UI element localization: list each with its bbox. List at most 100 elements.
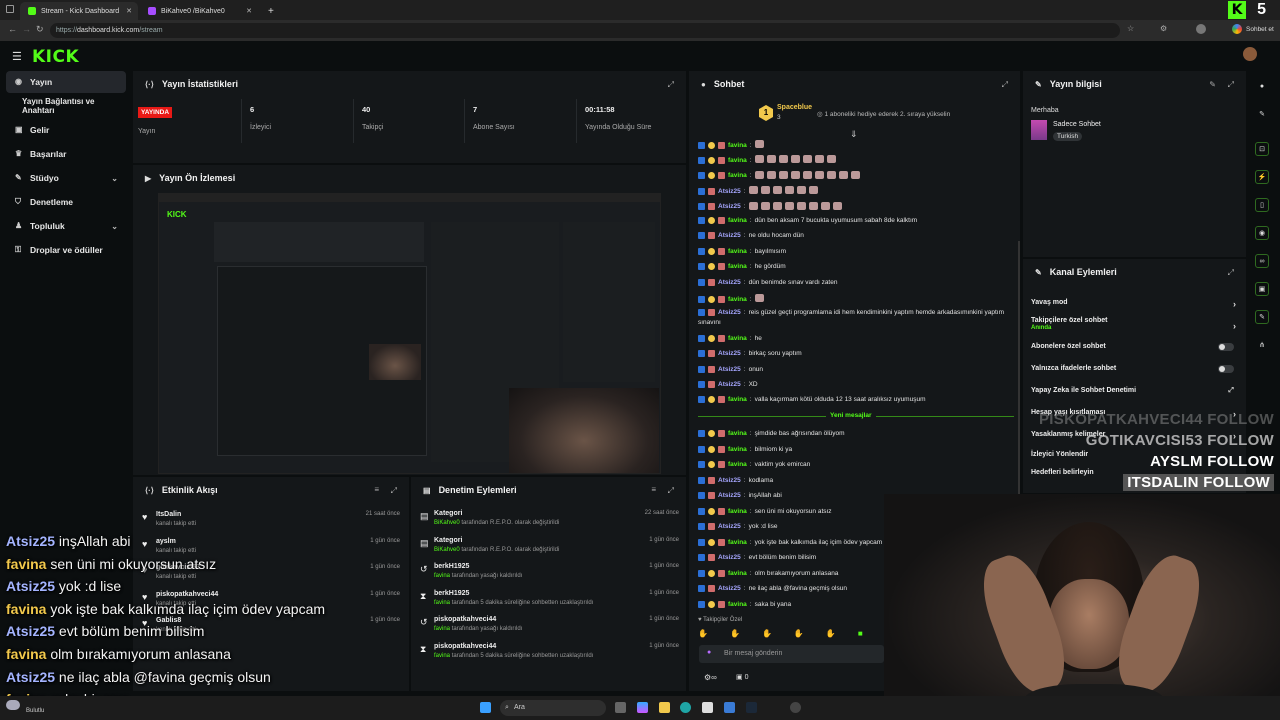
file-explorer-icon[interactable] (659, 702, 670, 713)
chat-username[interactable]: favina (728, 508, 747, 515)
store-icon[interactable] (702, 702, 713, 713)
moderation-target[interactable]: piskopatkahveci44 (434, 643, 593, 650)
chat-icon[interactable]: ◉ (1255, 226, 1269, 240)
info-icon[interactable]: ● (1255, 79, 1269, 93)
chat-username[interactable]: Atsiz25 (718, 279, 741, 286)
chat-username[interactable]: favina (728, 217, 747, 224)
chat-username[interactable]: Atsiz25 (718, 232, 741, 239)
widgets-icon[interactable] (637, 702, 648, 713)
chevron-right-icon[interactable]: › (1233, 299, 1236, 309)
chat-username[interactable]: favina (728, 396, 747, 403)
start-icon[interactable] (480, 702, 491, 713)
channel-action-row[interactable]: Yavaş mod › (1031, 299, 1236, 309)
external-link-icon[interactable]: ⤢ (1228, 387, 1234, 395)
url-field[interactable]: https://dashboard.kick.com/stream (50, 23, 1120, 38)
chat-username[interactable]: Atsiz25 (718, 381, 741, 388)
obs-icon[interactable] (790, 702, 801, 713)
toggle-switch[interactable] (1218, 365, 1234, 373)
tab-channel[interactable]: BiKahve0 /BiKahve0 ✕ (140, 2, 258, 20)
moderation-target[interactable]: piskopatkahveci44 (434, 616, 522, 623)
mail-icon[interactable] (724, 702, 735, 713)
new-tab-button[interactable]: + (260, 2, 278, 20)
close-icon[interactable]: ✕ (126, 7, 132, 15)
card-icon[interactable]: ▯ (1255, 198, 1269, 212)
scroll-down-icon[interactable]: ⇓ (850, 129, 858, 140)
chat-username[interactable]: favina (728, 601, 747, 608)
chat-username[interactable]: Atsiz25 (718, 309, 741, 316)
activity-name[interactable]: ayslm (156, 538, 196, 545)
chat-username[interactable]: Atsiz25 (718, 492, 741, 499)
chat-username[interactable]: Atsiz25 (718, 366, 741, 373)
sidebar-item-gelir[interactable]: ▣ Gelir (6, 119, 126, 141)
filter-icon[interactable]: ≡ (374, 485, 379, 494)
sidebar-item-yayin[interactable]: ◉ Yayın (6, 71, 126, 93)
steam-icon[interactable] (746, 702, 757, 713)
chat-input[interactable]: ● Bir mesaj gönderin (699, 645, 884, 663)
moderation-target[interactable]: berkH1925 (434, 590, 593, 597)
channel-action-row[interactable]: Yalnızca ifadelerle sohbet (1031, 365, 1236, 373)
extensions-icon[interactable]: ⚙ (1160, 24, 1167, 33)
channel-action-row[interactable]: Yapay Zeka ile Sohbet Denetimi ⤢ (1031, 387, 1236, 394)
profile-icon[interactable] (1196, 24, 1206, 34)
channel-action-row[interactable]: Takipçilere özel sohbet Anında › (1031, 317, 1236, 331)
toggle-switch[interactable] (1218, 343, 1234, 351)
chat-username[interactable]: Atsiz25 (718, 554, 741, 561)
chat-username[interactable]: favina (728, 157, 747, 164)
chat-username[interactable]: favina (728, 430, 747, 437)
moderation-actor[interactable]: favina (434, 600, 450, 606)
chat-button[interactable]: Sohbet et (1246, 26, 1274, 33)
emote-icon[interactable]: ✋ (794, 629, 804, 639)
sidebar-item-stream-key[interactable]: Yayın Bağlantısı ve Anahtarı (6, 95, 126, 117)
sidebar-item-topluluk[interactable]: ♟ Topluluk ⌄ (6, 215, 126, 237)
moderation-actor[interactable]: favina (434, 626, 450, 632)
expand-icon[interactable]: ⤢ (1228, 80, 1234, 90)
chat-username[interactable]: favina (728, 335, 747, 342)
emote-icon[interactable]: ✋ (730, 629, 740, 639)
emote-icon[interactable]: ✋ (762, 629, 772, 639)
moderation-target[interactable]: Kategori (434, 537, 559, 544)
moderation-actor[interactable]: favina (434, 653, 450, 659)
edge-icon[interactable] (680, 702, 691, 713)
chat-username[interactable]: favina (728, 248, 747, 255)
chat-username[interactable]: favina (728, 446, 747, 453)
expand-icon[interactable]: ⤢ (1228, 268, 1234, 278)
star-icon[interactable]: ☆ (1127, 24, 1134, 33)
mic-icon[interactable]: ● (707, 649, 711, 656)
chat-username[interactable]: favina (728, 461, 747, 468)
tab-actions-icon[interactable] (6, 5, 14, 13)
settings-icon[interactable]: ⚙∞ (704, 673, 717, 682)
moderation-actor[interactable]: BiKahve0 (434, 547, 460, 553)
bolt-icon[interactable]: ⚡ (1255, 170, 1269, 184)
chat-username[interactable]: favina (728, 263, 747, 270)
close-icon[interactable]: ✕ (246, 7, 252, 15)
panel-icon[interactable]: ▣ (1255, 282, 1269, 296)
back-icon[interactable]: ← (8, 24, 17, 34)
wrench-icon[interactable]: ✎ (1255, 310, 1269, 324)
edit-icon[interactable]: ✎ (1209, 80, 1216, 89)
emote-icon[interactable]: ■ (858, 629, 863, 639)
pinned-user[interactable]: Spaceblue (777, 104, 812, 111)
channel-action-row[interactable]: Abonelere özel sohbet (1031, 343, 1236, 351)
activity-name[interactable]: ItsDalin (156, 511, 196, 518)
tab-kick-dashboard[interactable]: Stream - Kick Dashboard ✕ (20, 2, 138, 20)
reload-icon[interactable]: ↻ (36, 24, 44, 35)
chevron-right-icon[interactable]: › (1233, 321, 1236, 331)
chat-username[interactable]: favina (728, 142, 747, 149)
chat-username[interactable]: Atsiz25 (718, 477, 741, 484)
stream-preview-video[interactable]: KICK (158, 193, 661, 474)
task-view-icon[interactable] (615, 702, 626, 713)
moderation-actor[interactable]: favina (434, 573, 450, 579)
filter-icon[interactable]: ≡ (651, 485, 656, 494)
chat-username[interactable]: Atsiz25 (718, 350, 741, 357)
chat-username[interactable]: favina (728, 539, 747, 546)
sidebar-item-droplar[interactable]: ⚿ Droplar ve ödüller (6, 239, 126, 261)
chat-username[interactable]: Atsiz25 (718, 188, 741, 195)
menu-icon[interactable]: ☰ (12, 50, 22, 63)
moderation-target[interactable]: Kategori (434, 510, 559, 517)
moderation-actor[interactable]: BiKahve0 (434, 520, 460, 526)
emote-icon[interactable]: ✋ (698, 629, 708, 639)
expand-icon[interactable]: ⤢ (1002, 80, 1008, 90)
share-icon[interactable]: ⋔ (1255, 338, 1269, 352)
sidebar-item-basarilar[interactable]: ♛ Başarılar (6, 143, 126, 165)
taskbar-search[interactable]: ⌕ Ara (500, 700, 606, 716)
